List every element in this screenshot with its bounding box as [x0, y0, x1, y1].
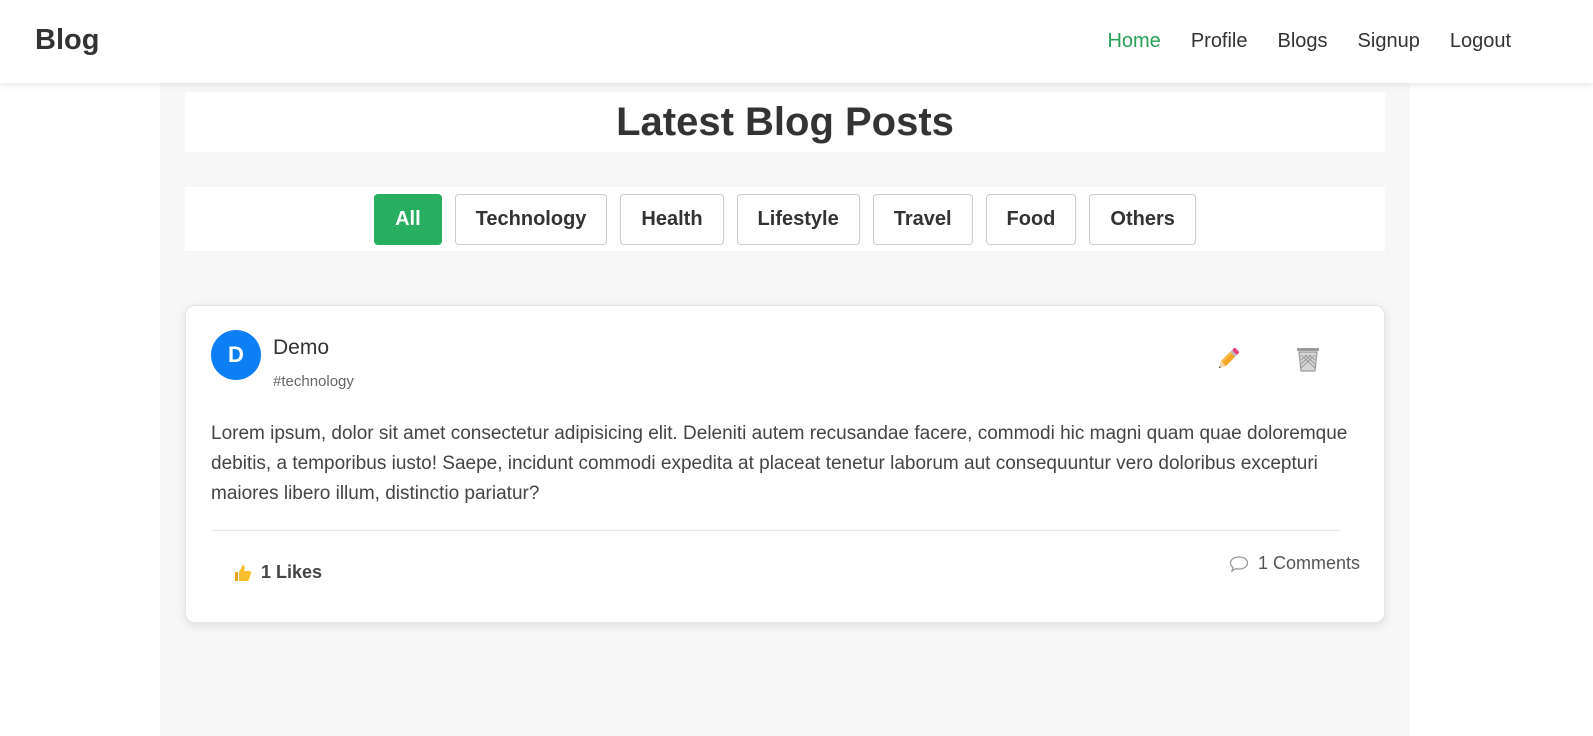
- page-title: Latest Blog Posts: [616, 99, 954, 144]
- main-content: Latest Blog Posts All Technology Health …: [160, 83, 1410, 736]
- nav-link-blogs[interactable]: Blogs: [1278, 30, 1328, 53]
- filter-travel-button[interactable]: Travel: [872, 193, 973, 245]
- delete-post-button[interactable]: [1293, 344, 1323, 374]
- pencil-icon: [1218, 347, 1240, 369]
- filter-all-button[interactable]: All: [374, 193, 442, 245]
- post-author[interactable]: Demo: [273, 336, 329, 360]
- category-filter-bar: All Technology Health Lifestyle Travel F…: [185, 187, 1385, 251]
- avatar[interactable]: D: [211, 330, 261, 380]
- brand-logo[interactable]: Blog: [35, 24, 99, 57]
- comments-link[interactable]: 1 Comments: [1228, 553, 1360, 574]
- nav-link-home[interactable]: Home: [1107, 30, 1160, 53]
- thumbs-up-icon: [235, 564, 252, 581]
- top-navbar: Blog Home Profile Blogs Signup Logout: [0, 0, 1593, 83]
- filter-technology-button[interactable]: Technology: [454, 193, 608, 245]
- filter-others-button[interactable]: Others: [1089, 193, 1196, 245]
- trash-icon: [1297, 348, 1319, 372]
- nav-link-profile[interactable]: Profile: [1191, 30, 1248, 53]
- like-button[interactable]: 1 Likes: [233, 562, 322, 583]
- comments-count: 1 Comments: [1257, 553, 1360, 573]
- edit-post-button[interactable]: [1213, 344, 1243, 374]
- page-title-bar: Latest Blog Posts: [185, 92, 1385, 152]
- filter-food-button[interactable]: Food: [985, 193, 1077, 245]
- card-divider: [211, 530, 1341, 531]
- speech-bubble-icon: [1229, 555, 1249, 572]
- filter-lifestyle-button[interactable]: Lifestyle: [736, 193, 860, 245]
- filter-health-button[interactable]: Health: [620, 193, 724, 245]
- nav-link-logout[interactable]: Logout: [1450, 30, 1511, 53]
- post-tag: #technology: [273, 373, 354, 390]
- nav-links: Home Profile Blogs Signup Logout: [1107, 30, 1511, 53]
- likes-count: 1 Likes: [261, 562, 323, 582]
- nav-link-signup[interactable]: Signup: [1358, 30, 1420, 53]
- blog-post-card: D Demo #technology Lorem ipsum, dolor si…: [185, 305, 1385, 623]
- post-body: Lorem ipsum, dolor sit amet consectetur …: [211, 423, 1348, 504]
